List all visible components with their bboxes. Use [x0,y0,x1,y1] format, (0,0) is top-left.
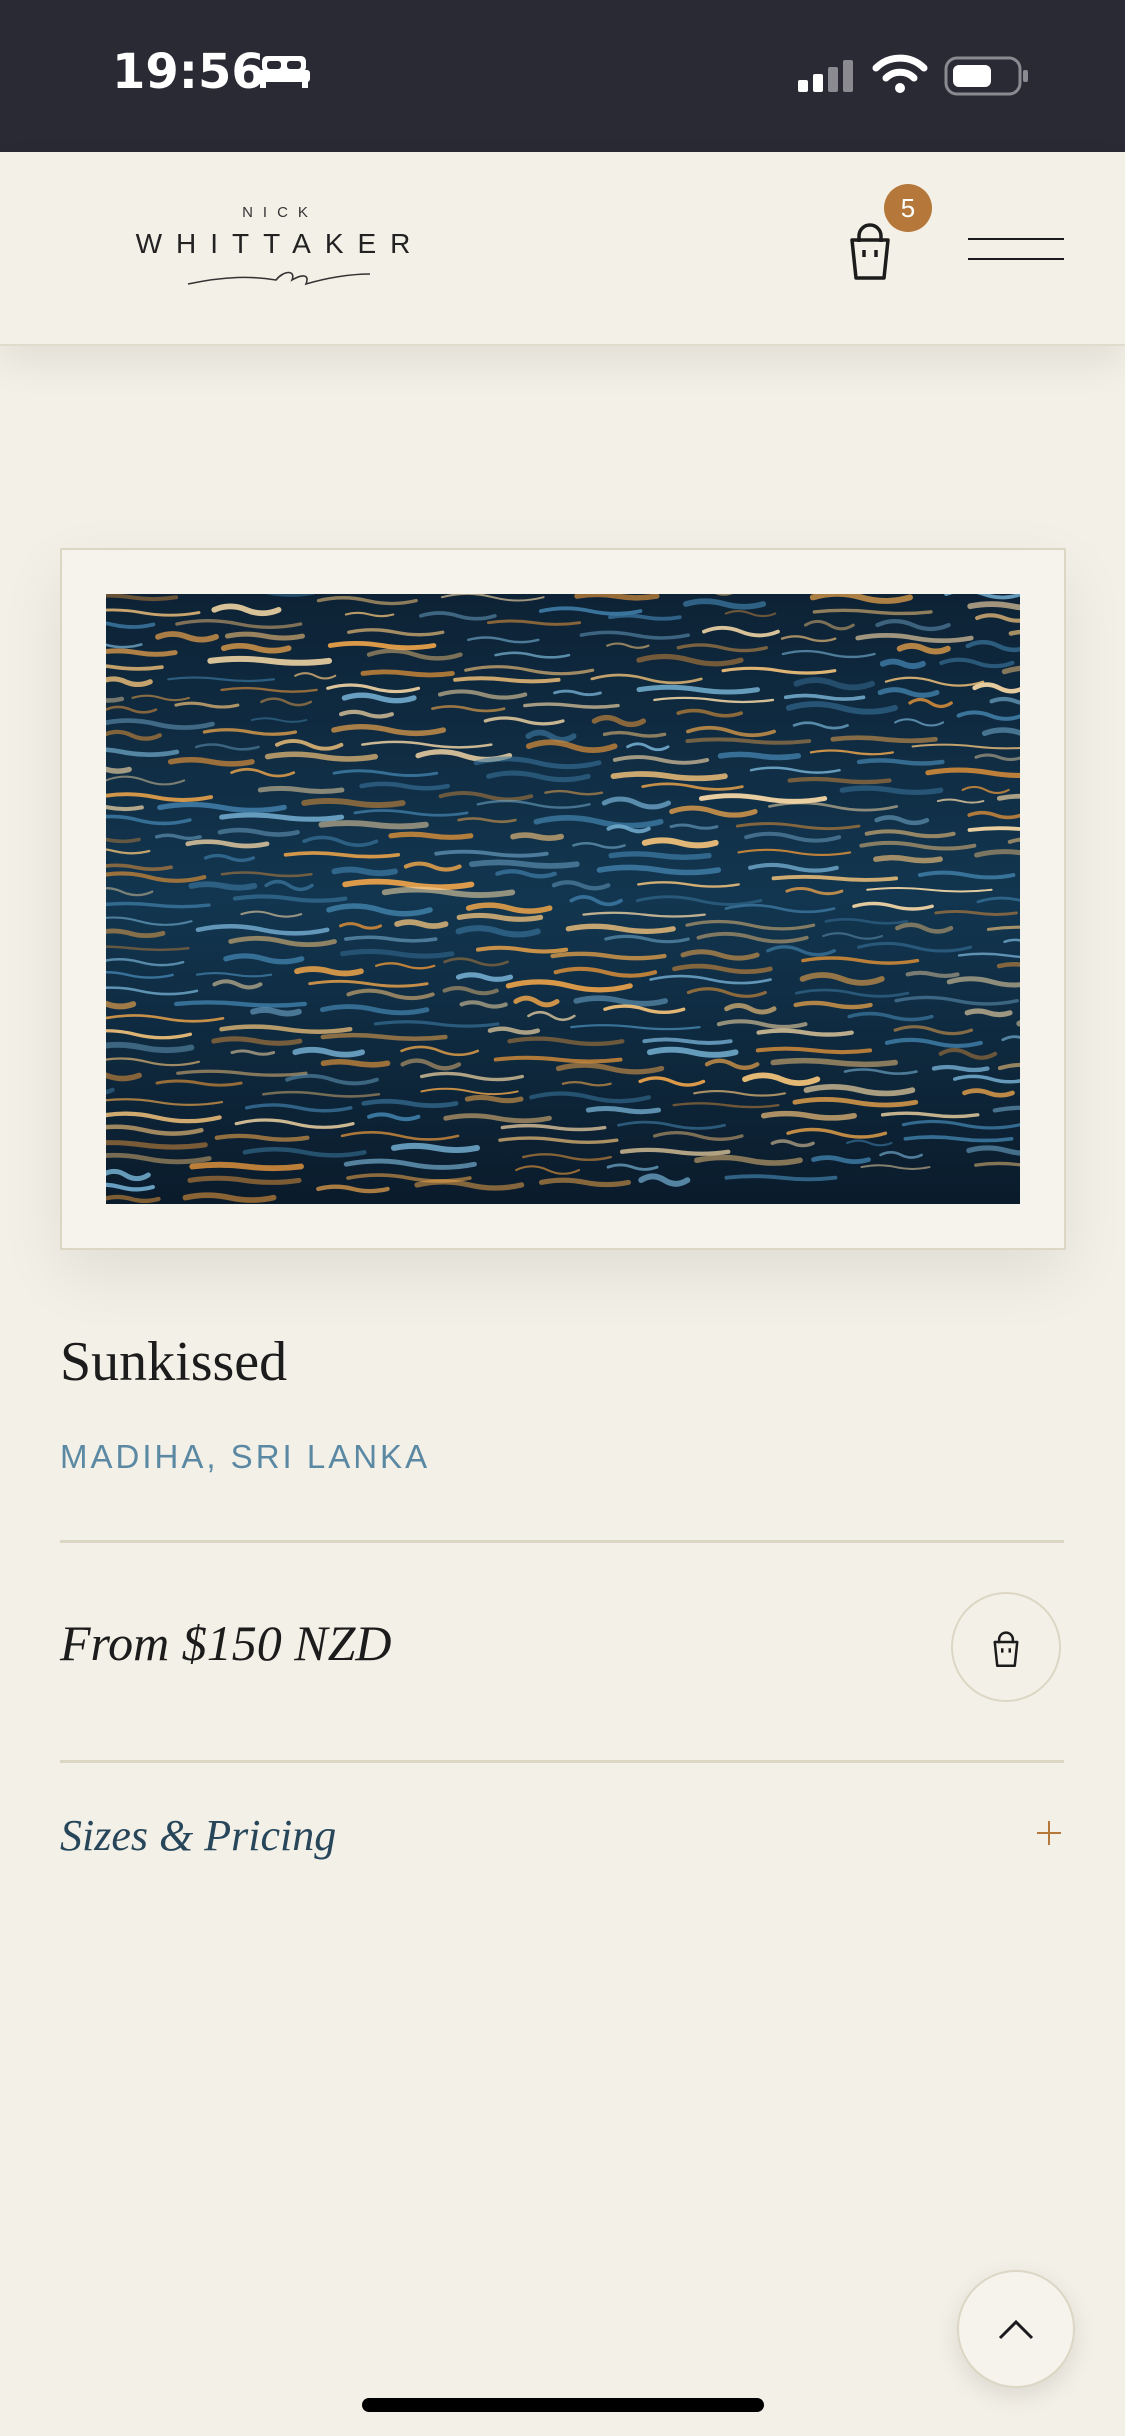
sleep-icon [258,56,310,88]
photo-ripple [320,1058,391,1068]
divider [60,1760,1064,1763]
chevron-up-icon [998,2319,1034,2340]
cart-count-badge: 5 [884,184,932,232]
photo-ripple [207,655,333,666]
site-header: NICK WHITTAKER 5 [0,152,1125,346]
photo-ripple [717,751,802,761]
photo-ripple [360,669,455,678]
photo-ripple [510,832,564,842]
logo-subtitle: NICK [242,204,318,221]
product-title: Sunkissed [60,1331,288,1393]
photo-ripple [188,881,258,891]
battery-icon [944,56,1028,96]
home-indicator [362,2398,764,2412]
photo-ripple [318,820,429,830]
photo-ripple [468,859,580,869]
product-photo[interactable] [106,594,1020,1204]
plus-icon[interactable] [1036,1820,1062,1846]
shopping-bag-icon [993,1631,1019,1667]
photo-ripple [1016,1020,1020,1027]
photo-ripple [257,785,345,795]
wifi-icon [872,54,928,93]
logo-title: WHITTAKER [135,228,425,259]
menu-icon [968,238,1064,240]
photo-ripple [585,1105,661,1115]
logo[interactable]: NICK WHITTAKER [120,204,440,304]
product-price: From $150 NZD [60,1615,392,1671]
status-bar: 19:56 [0,0,1125,152]
status-time: 19:56 [112,44,265,100]
photo-ripple [574,594,660,601]
menu-button[interactable] [966,234,1066,274]
cellular-signal-icon [798,60,853,92]
photo-ripple [388,831,474,840]
product-location: MADIHA, SRI LANKA [60,1438,431,1475]
scroll-to-top-button[interactable] [957,2270,1075,2388]
product-image-frame [60,548,1066,1250]
photo-ripple [464,1094,524,1104]
sizes-pricing-toggle[interactable]: Sizes & Pricing [60,1810,336,1861]
add-to-cart-button[interactable] [951,1592,1061,1702]
logo-wave-icon [187,271,371,286]
divider [60,1540,1064,1543]
photo-ripple [189,1161,304,1172]
photo-ripple [250,1006,302,1017]
photo-ripple [873,854,943,864]
photo-ripple [331,866,398,877]
